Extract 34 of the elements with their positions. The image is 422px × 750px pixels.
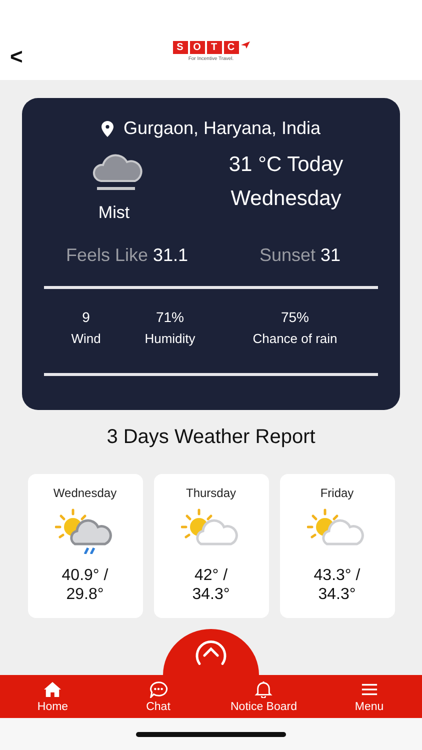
temperature-text: 31 °C Today [228, 153, 344, 177]
high-temperature: 42° / [194, 566, 228, 585]
nav-tab[interactable]: Menu [316, 675, 422, 718]
sun-cloud-rain-icon [55, 508, 115, 554]
condition-text: Mist [98, 203, 130, 223]
nav-tab[interactable]: Notice Board [211, 675, 316, 718]
day-name: Wednesday [53, 486, 117, 500]
nav-tab[interactable]: Chat [106, 675, 211, 718]
forecast-title: 3 Days Weather Report [106, 426, 316, 449]
back-button[interactable]: < [10, 46, 23, 68]
stat-label: Chance of rain [252, 331, 338, 346]
location-text: Gurgaon, Haryana, India [123, 118, 321, 139]
location-pin-icon [101, 120, 114, 136]
stat-value: 71% [156, 309, 184, 325]
high-temperature: 40.9° / [62, 566, 108, 585]
low-temperature: 34.3° [318, 585, 356, 604]
low-temperature: 29.8° [66, 585, 104, 604]
stat-value: 9 [82, 309, 90, 325]
high-temperature: 43.3° / [314, 566, 360, 585]
day-name: Thursday [186, 486, 236, 500]
bell-icon [254, 680, 274, 698]
stat-value: 75% [280, 309, 310, 325]
home-icon [43, 680, 62, 698]
feels-like-text: Feels Like 31.1 [64, 245, 190, 266]
low-temperature: 34.3° [192, 585, 230, 604]
stat-label: Humidity [144, 331, 196, 346]
day-text: Wednesday [230, 187, 342, 211]
chevron-up-icon [194, 639, 228, 667]
nav-tab[interactable]: Home [0, 675, 106, 718]
mist-cloud-icon [91, 153, 143, 193]
chat-icon [148, 680, 168, 698]
day-name: Friday [320, 486, 354, 500]
sunset-text: Sunset 31 [258, 245, 342, 266]
stat-label: Wind [71, 331, 101, 346]
